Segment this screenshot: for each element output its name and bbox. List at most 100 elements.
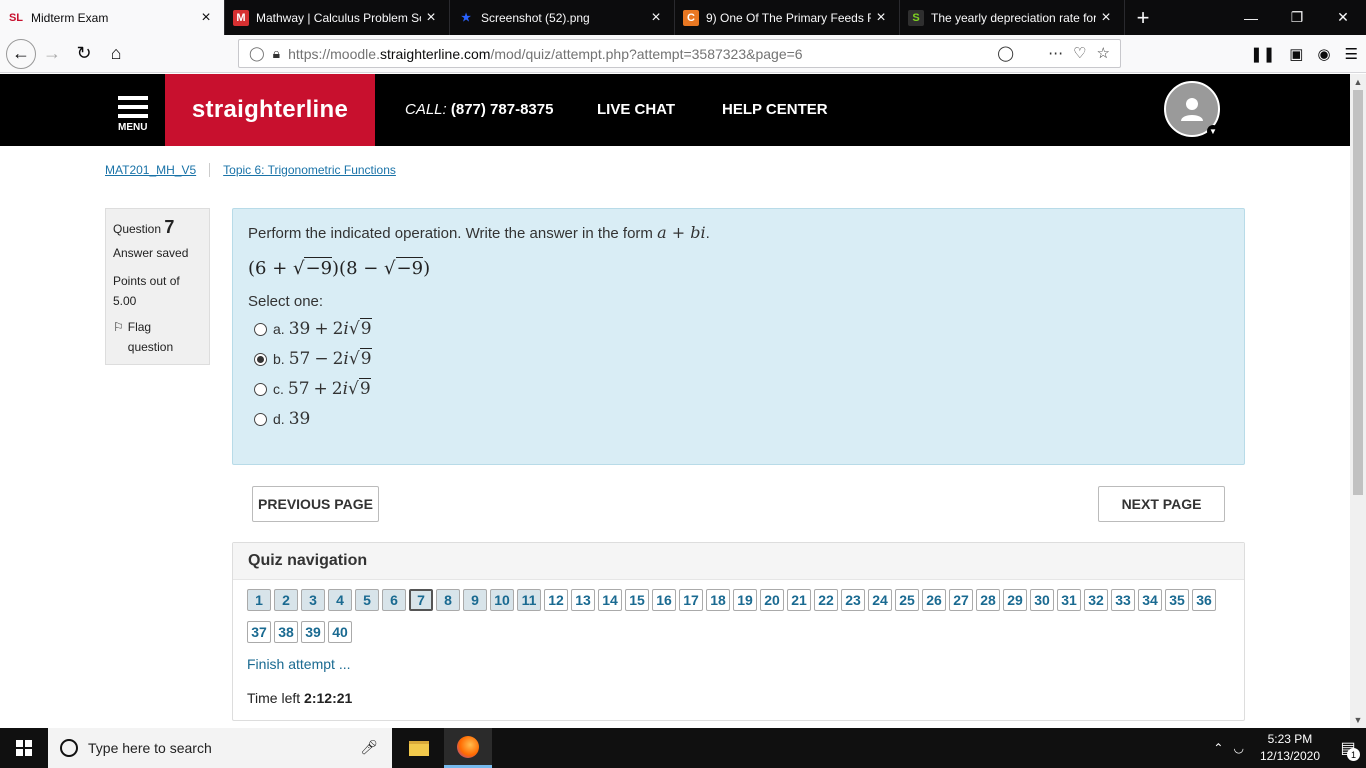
- chevron-down-icon[interactable]: ▼: [1207, 125, 1219, 137]
- quiz-nav-question-12[interactable]: 12: [544, 589, 568, 611]
- answer-radio[interactable]: [254, 352, 267, 366]
- quiz-nav-question-21[interactable]: 21: [787, 589, 811, 611]
- quiz-nav-question-40[interactable]: 40: [328, 621, 352, 643]
- quiz-nav-question-24[interactable]: 24: [868, 589, 892, 611]
- restore-icon[interactable]: ❐: [1274, 0, 1320, 35]
- account-icon[interactable]: ◉: [1317, 45, 1330, 63]
- browser-tab[interactable]: M Mathway | Calculus Problem Sc ×: [225, 0, 450, 35]
- quiz-nav-question-17[interactable]: 17: [679, 589, 703, 611]
- quiz-nav-question-25[interactable]: 25: [895, 589, 919, 611]
- quiz-nav-question-33[interactable]: 33: [1111, 589, 1135, 611]
- hamburger-menu-icon[interactable]: ☰: [1345, 45, 1358, 63]
- help-center-link[interactable]: HELP CENTER: [722, 101, 828, 118]
- windows-start-button[interactable]: [0, 728, 48, 768]
- library-icon[interactable]: ❚❚: [1250, 45, 1275, 63]
- call-number[interactable]: (877) 787-8375: [451, 101, 554, 118]
- quiz-nav-question-20[interactable]: 20: [760, 589, 784, 611]
- answer-option[interactable]: c. 57 +2i√9: [254, 374, 1229, 404]
- menu-button[interactable]: MENU: [118, 96, 148, 133]
- quiz-nav-question-38[interactable]: 38: [274, 621, 298, 643]
- url-bar[interactable]: ◯ 🔒︎ https://moodle. straighterline.com/m…: [238, 39, 1121, 68]
- quiz-nav-question-30[interactable]: 30: [1030, 589, 1054, 611]
- close-window-icon[interactable]: ✕: [1320, 0, 1366, 35]
- brand-logo[interactable]: straighterline: [165, 74, 375, 146]
- answer-radio[interactable]: [254, 322, 267, 336]
- quiz-nav-question-3[interactable]: 3: [301, 589, 325, 611]
- firefox-icon[interactable]: [444, 728, 492, 768]
- quiz-nav-question-16[interactable]: 16: [652, 589, 676, 611]
- quiz-nav-question-13[interactable]: 13: [571, 589, 595, 611]
- bookmark-star-icon[interactable]: ☆: [1097, 44, 1110, 62]
- quiz-nav-question-1[interactable]: 1: [247, 589, 271, 611]
- scrollbar-thumb[interactable]: [1353, 90, 1363, 495]
- tab-close-icon[interactable]: ×: [196, 9, 216, 27]
- answer-option[interactable]: a. 39 +2i√9: [254, 314, 1229, 344]
- microphone-icon[interactable]: 🎤︎: [360, 739, 378, 756]
- scroll-up-icon[interactable]: ▲: [1350, 74, 1366, 90]
- breadcrumb-topic[interactable]: Topic 6: Trigonometric Functions: [223, 163, 396, 177]
- tab-close-icon[interactable]: ×: [1096, 9, 1116, 27]
- quiz-nav-question-26[interactable]: 26: [922, 589, 946, 611]
- tab-close-icon[interactable]: ×: [421, 9, 441, 27]
- lightbulb-icon[interactable]: ◯: [997, 44, 1014, 62]
- quiz-nav-question-22[interactable]: 22: [814, 589, 838, 611]
- browser-tab[interactable]: ★ Screenshot (52).png ×: [450, 0, 675, 35]
- quiz-nav-question-6[interactable]: 6: [382, 589, 406, 611]
- finish-attempt-link[interactable]: Finish attempt ...: [247, 656, 350, 672]
- quiz-nav-question-37[interactable]: 37: [247, 621, 271, 643]
- quiz-nav-question-18[interactable]: 18: [706, 589, 730, 611]
- quiz-nav-question-28[interactable]: 28: [976, 589, 1000, 611]
- wifi-icon[interactable]: ◡: [1233, 741, 1243, 755]
- quiz-nav-question-34[interactable]: 34: [1138, 589, 1162, 611]
- answer-option[interactable]: b. 57−2i√9: [254, 344, 1229, 374]
- quiz-nav-question-32[interactable]: 32: [1084, 589, 1108, 611]
- back-arrow-icon[interactable]: ←: [6, 38, 36, 69]
- previous-page-button[interactable]: PREVIOUS PAGE: [252, 486, 379, 522]
- quiz-nav-question-35[interactable]: 35: [1165, 589, 1189, 611]
- minimize-icon[interactable]: —: [1228, 0, 1274, 35]
- quiz-nav-question-8[interactable]: 8: [436, 589, 460, 611]
- flag-question[interactable]: ⚐ Flag question: [113, 317, 202, 357]
- quiz-nav-question-31[interactable]: 31: [1057, 589, 1081, 611]
- quiz-nav-question-10[interactable]: 10: [490, 589, 514, 611]
- quiz-nav-question-23[interactable]: 23: [841, 589, 865, 611]
- tab-close-icon[interactable]: ×: [871, 9, 891, 27]
- pocket-icon[interactable]: ♡: [1073, 44, 1086, 62]
- quiz-nav-question-36[interactable]: 36: [1192, 589, 1216, 611]
- browser-tab[interactable]: SL Midterm Exam ×: [0, 0, 225, 35]
- quiz-nav-question-14[interactable]: 14: [598, 589, 622, 611]
- breadcrumb-course[interactable]: MAT201_MH_V5: [105, 163, 196, 177]
- quiz-nav-question-7[interactable]: 7: [409, 589, 433, 611]
- file-explorer-icon[interactable]: [395, 728, 443, 768]
- home-icon[interactable]: ⌂: [100, 38, 132, 70]
- new-tab-button[interactable]: +: [1125, 0, 1161, 35]
- answer-option[interactable]: d. 39: [254, 404, 1229, 434]
- next-page-button[interactable]: NEXT PAGE: [1098, 486, 1225, 522]
- scroll-down-icon[interactable]: ▼: [1350, 712, 1366, 728]
- quiz-nav-question-15[interactable]: 15: [625, 589, 649, 611]
- taskbar-clock[interactable]: 5:23 PM 12/13/2020: [1260, 731, 1320, 765]
- live-chat-link[interactable]: LIVE CHAT: [597, 101, 675, 118]
- taskbar-search[interactable]: Type here to search 🎤︎: [48, 728, 392, 768]
- tab-close-icon[interactable]: ×: [646, 9, 666, 27]
- forward-arrow-icon[interactable]: →: [36, 38, 68, 70]
- quiz-nav-question-11[interactable]: 11: [517, 589, 541, 611]
- quiz-nav-question-27[interactable]: 27: [949, 589, 973, 611]
- browser-tab[interactable]: S The yearly depreciation rate for ×: [900, 0, 1125, 35]
- quiz-nav-question-19[interactable]: 19: [733, 589, 757, 611]
- quiz-nav-question-9[interactable]: 9: [463, 589, 487, 611]
- quiz-nav-question-4[interactable]: 4: [328, 589, 352, 611]
- sidebar-icon[interactable]: ▣: [1289, 45, 1303, 63]
- chevron-up-icon[interactable]: ⌃: [1213, 741, 1223, 755]
- quiz-nav-question-29[interactable]: 29: [1003, 589, 1027, 611]
- answer-radio[interactable]: [254, 412, 267, 426]
- page-scrollbar[interactable]: ▲ ▼: [1350, 74, 1366, 728]
- quiz-nav-question-2[interactable]: 2: [274, 589, 298, 611]
- browser-tab[interactable]: C 9) One Of The Primary Feeds Fo ×: [675, 0, 900, 35]
- notification-center-icon[interactable]: ▤ 1: [1330, 728, 1366, 768]
- more-actions-icon[interactable]: ⋯: [1048, 44, 1063, 62]
- answer-radio[interactable]: [254, 382, 267, 396]
- quiz-nav-question-5[interactable]: 5: [355, 589, 379, 611]
- quiz-nav-question-39[interactable]: 39: [301, 621, 325, 643]
- reload-icon[interactable]: ↻: [68, 38, 100, 70]
